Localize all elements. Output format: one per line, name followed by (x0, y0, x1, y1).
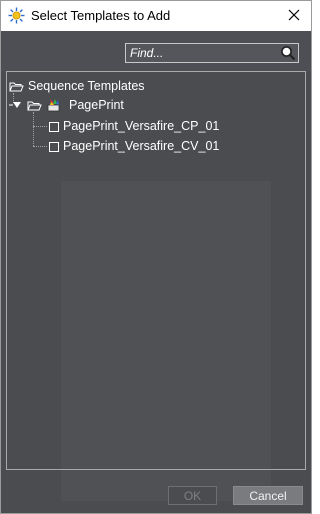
tree-group-label: PagePrint (69, 98, 124, 112)
tree-connector (33, 126, 47, 127)
button-bar: OK Cancel (1, 479, 311, 513)
tree-connector (33, 112, 34, 146)
template-checkbox[interactable] (49, 142, 59, 152)
close-icon[interactable] (282, 3, 306, 27)
window-title: Select Templates to Add (31, 8, 171, 23)
title-bar[interactable]: Select Templates to Add (0, 0, 312, 31)
tree-group-pageprint[interactable]: PagePrint (9, 97, 209, 115)
expand-arrow-icon[interactable] (9, 100, 23, 112)
tree-item-template[interactable]: PagePrint_Versafire_CV_01 (47, 138, 297, 156)
template-label: PagePrint_Versafire_CV_01 (63, 139, 220, 153)
template-label: PagePrint_Versafire_CP_01 (63, 119, 220, 133)
cancel-button[interactable]: Cancel (233, 486, 303, 505)
search-box[interactable] (125, 43, 299, 63)
folder-open-icon (9, 82, 24, 92)
tree-connector (33, 146, 47, 147)
tree-item-template[interactable]: PagePrint_Versafire_CP_01 (47, 118, 297, 136)
tree-root-sequence-templates[interactable]: Sequence Templates (9, 78, 209, 96)
ok-button[interactable]: OK (168, 486, 217, 505)
folder-open-icon (27, 101, 42, 111)
search-icon[interactable] (280, 45, 296, 61)
pageprint-app-icon (47, 99, 60, 112)
dialog-client-area: Sequence Templates PagePrint (1, 31, 311, 513)
tree-root-label: Sequence Templates (28, 79, 145, 93)
search-input[interactable] (130, 46, 270, 60)
template-checkbox[interactable] (49, 122, 59, 132)
template-tree[interactable]: Sequence Templates PagePrint PagePrint_V… (6, 71, 306, 470)
app-sun-icon (8, 7, 25, 24)
